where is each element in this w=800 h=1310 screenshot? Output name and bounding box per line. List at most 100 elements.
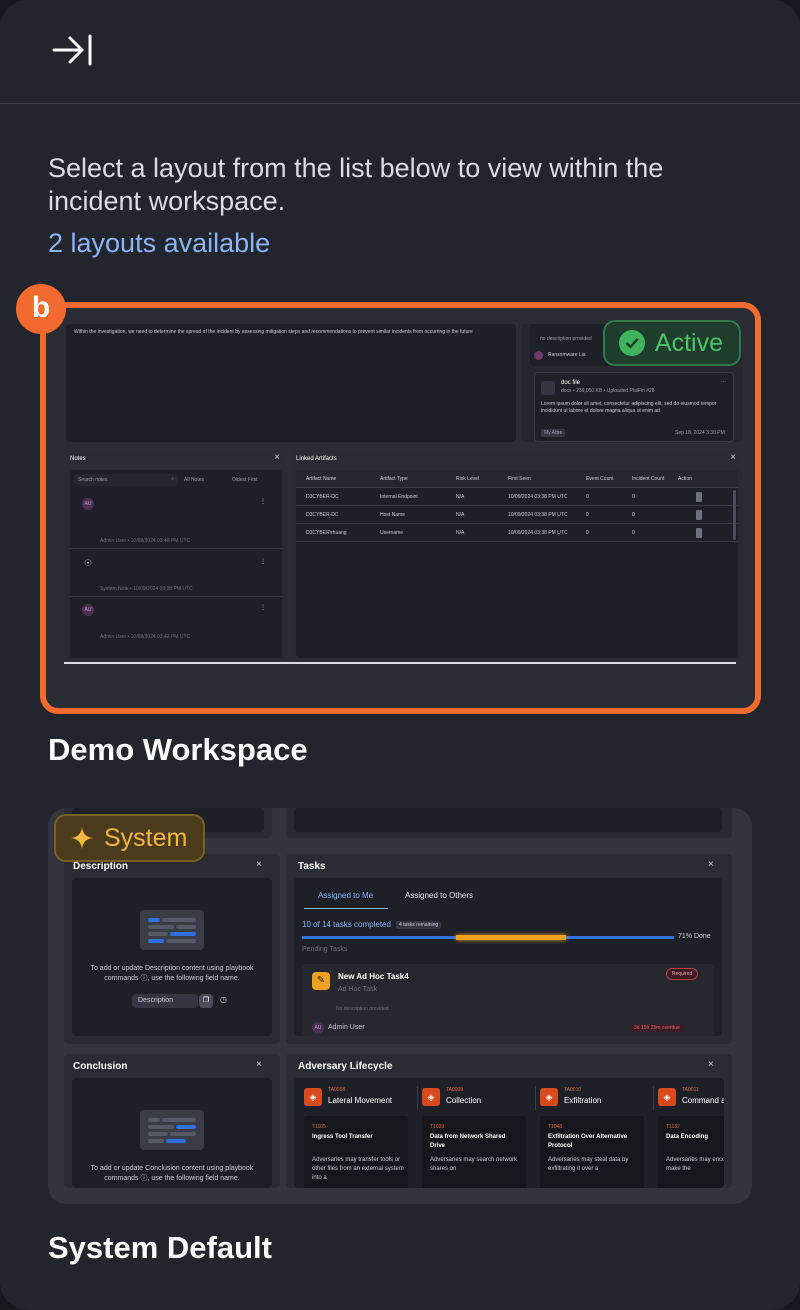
technique-card: T1132 Data Encoding Adversaries may encode… [658,1116,724,1188]
cell: 10/09/2024 03:38 PM UTC [508,512,568,518]
tactic-name: Command and Control [682,1096,724,1105]
task-desc: No description provided [336,1006,389,1012]
tactic-name: Exfiltration [564,1096,602,1105]
more-icon: ⋯ [721,379,726,385]
preview-notes-search: Search notes ⌕ [74,474,178,486]
conclusion-body: To add or update Conclusion content usin… [72,1078,272,1188]
technique-card: T1039 Data from Network Shared Drive Adver… [422,1116,526,1188]
tactic-divider [417,1086,418,1110]
cell: D3CYBER\rhuang [306,530,347,536]
placeholder-illustration [140,1110,204,1150]
cell: N/A [456,512,465,518]
preview-no-desc: no description provided [540,336,592,342]
tactic-id: TA0011 [682,1087,699,1093]
technique-desc: Adversaries may search network shares on [430,1157,518,1172]
tasks-progress-text: 10 of 14 tasks completed [302,920,391,929]
cell: 0 [632,494,635,500]
preview-file-meta: docx • 239,050 KB • Uploaded PlaiFin #28 [561,388,655,394]
selected-marker-badge: b [16,284,66,334]
history-icon: ◷ [220,995,227,1004]
file-icon [541,381,555,395]
tasks-title: Tasks [298,861,326,872]
technique-name: Exfiltration Over Alternative Protocol [548,1134,628,1149]
tactic-id: TA0008 [328,1087,346,1093]
required-badge: Required [666,968,699,980]
col-header: Action [678,476,692,482]
close-icon: × [730,452,736,463]
note-avatar: AU [82,498,94,510]
lifecycle-body: ◈ TA0008 Lateral Movement T1105 Ingress Tool… [294,1078,724,1188]
cell: 0 [586,530,589,536]
tactic-id: TA0009 [446,1087,464,1093]
system-badge: System [54,814,206,862]
tab-assigned-to-others: Assigned to Others [405,891,474,900]
technique-desc: Adversaries may encode data to make the [666,1157,724,1172]
system-badge-label: System [104,823,188,852]
lifecycle-title: Adversary Lifecycle [298,1061,393,1072]
divider [70,596,282,597]
tactic-divider [535,1086,536,1110]
description-help: To add or update Description content usi… [90,965,254,982]
action-icon [696,492,702,502]
cell: 0 [586,494,589,500]
placeholder-illustration [140,910,204,950]
description-title: Description [73,861,129,872]
action-icon [696,510,702,520]
overdue-badge: 3d 15h 25m overdue [630,1024,684,1032]
tactic-column: ◈ TA0010 Exfiltration T1048 Exfiltration Ove… [535,1078,650,1188]
field-name: Description [138,997,174,1004]
preview-summary-panel: Within the investigation, we need to det… [66,324,516,442]
preview-user-avatar [534,351,543,360]
preview-tag: My Attre [541,429,566,437]
system-note-icon: ☉ [83,558,93,568]
cell: 10/09/2024 03:38 PM UTC [508,530,568,536]
close-icon: × [708,859,714,870]
active-badge-label: Active [654,328,723,357]
table-row: D3CYBER-DC Internal Endpoint N/A 10/09/2… [296,488,738,506]
technique-desc: Adversaries may transfer tools or other … [312,1157,404,1181]
divider [70,548,282,549]
search-placeholder: Search notes [78,477,108,483]
task-assignee: Admin User [328,1024,365,1031]
sparkle-icon [71,827,93,849]
collapse-panel-button[interactable] [50,32,94,68]
conclusion-help: To add or update Conclusion content usin… [90,1165,254,1182]
close-icon: × [256,859,262,870]
preview-artifacts-table: Artifact Name Artifact Type Risk Level F… [296,470,738,658]
tactic-name: Collection [446,1096,482,1105]
table-scrollbar [733,490,736,540]
task-card: ✎ New Ad Hoc Task4 Ad Hoc Task No descri… [302,964,714,1036]
preview-date: Sep 18, 2024 3:30 PM [675,430,725,436]
tasks-percent: 71% Done [678,933,711,940]
cell: 0 [632,512,635,518]
task-sub: Ad Hoc Task [338,986,378,993]
technique-name: Ingress Tool Transfer [312,1134,373,1140]
preview-user: Ransomware Lia [548,352,586,358]
cell: 10/09/2024 03:38 PM UTC [508,494,568,500]
description-body: To add or update Description content usi… [72,878,272,1036]
table-header: Artifact Name Artifact Type Risk Level F… [296,470,738,488]
search-icon: ⌕ [171,476,174,482]
preview-notes-sort: Oldest First [232,477,258,483]
col-header: First Seen [508,476,531,482]
layout-selector-panel: Select a layout from the list below to v… [0,0,800,1310]
note-menu-icon: ⋮ [260,559,266,565]
cell: D3CYBER-DC [306,512,339,518]
task-icon: ✎ [312,972,330,990]
layout-card-system-default[interactable]: System Description × To add or update De… [48,808,752,1204]
preview-divider [64,662,736,664]
preview-description-panel: Description × To add or update Descripti… [64,854,280,1044]
cell: Username [380,530,404,536]
table-row: D3CYBER\rhuang Username N/A 10/09/2024 0… [296,524,738,542]
preview-file-body: Lorem ipsum dolor sit amet, consectetur … [541,401,717,414]
note-meta: Admin User • 10/09/2024 03:42 PM UTC [100,634,191,640]
active-badge: Active [602,320,741,366]
assignee-avatar: AU [312,1022,324,1034]
technique-id: T1048 [548,1124,563,1130]
note-menu-icon: ⋮ [260,499,266,505]
layout-card-demo-workspace[interactable]: Active Within the investigation, we need… [40,302,761,714]
note-meta: Admin User • 10/09/2024 03:40 PM UTC [100,538,191,544]
preview-notes-panel: Notes × Search notes ⌕ All Notes Oldest … [66,450,286,660]
preview-conclusion-panel: Conclusion × To add or update Conclusion… [64,1054,280,1188]
col-header: Artifact Type [380,476,408,482]
